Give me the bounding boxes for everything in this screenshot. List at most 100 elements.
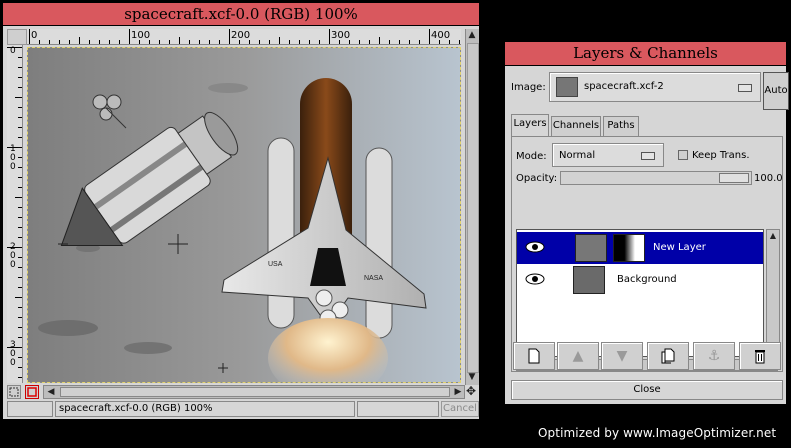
image-window[interactable]: spacecraft.xcf-0.0 (RGB) 100% 0 100 200 …	[2, 2, 480, 420]
image-select[interactable]: spacecraft.xcf-2	[549, 72, 761, 102]
opacity-slider-handle[interactable]	[719, 173, 749, 183]
duplicate-icon	[661, 348, 675, 364]
scroll-right-arrow-icon[interactable]: ▶	[452, 386, 464, 398]
arrow-down-icon: ▼	[616, 348, 628, 364]
eye-icon[interactable]	[525, 240, 545, 254]
vertical-scrollbar[interactable]: ▲ ▼	[465, 29, 479, 385]
ruler-tick	[239, 40, 240, 44]
ruler-tick	[299, 40, 300, 44]
layer-list-vscroll[interactable]: ▲ ▼	[766, 229, 780, 357]
navigate-icon[interactable]	[7, 385, 21, 399]
horizontal-scrollbar[interactable]: ◀ ▶	[43, 385, 465, 399]
ruler-tick	[7, 347, 22, 348]
ruler-label: 0	[31, 30, 38, 41]
keep-trans-checkbox[interactable]	[678, 150, 688, 160]
ruler-tick	[419, 40, 420, 44]
anchor-icon: ⚓	[707, 348, 721, 364]
close-button[interactable]: Close	[511, 380, 783, 400]
eye-icon[interactable]	[525, 272, 545, 286]
vertical-ruler[interactable]: 0 100 200 300	[7, 45, 23, 383]
ruler-tick	[279, 37, 280, 44]
scroll-up-arrow-icon[interactable]: ▲	[466, 29, 478, 41]
ruler-tick	[18, 227, 22, 228]
ruler-label: 400	[431, 30, 451, 41]
layer-name: Background	[617, 274, 677, 285]
ruler-tick	[209, 40, 210, 44]
ruler-tick	[449, 40, 450, 44]
ruler-tick	[199, 40, 200, 44]
ruler-tick	[18, 317, 22, 318]
ruler-tick	[18, 337, 22, 338]
mode-value: Normal	[559, 150, 596, 161]
trash-icon	[755, 350, 765, 364]
image-label: Image:	[511, 82, 546, 93]
ruler-tick	[7, 147, 22, 148]
ruler-tick	[329, 29, 330, 44]
ruler-tick	[249, 40, 250, 44]
scroll-thumb[interactable]	[467, 43, 479, 373]
tab-paths[interactable]: Paths	[603, 116, 639, 136]
ruler-tick	[349, 40, 350, 44]
ruler-tick	[15, 197, 22, 198]
new-layer-button[interactable]	[513, 342, 555, 370]
ruler-tick	[18, 177, 22, 178]
ruler-tick	[389, 40, 390, 44]
scroll-up-arrow-icon[interactable]: ▲	[767, 230, 779, 242]
ruler-tick	[18, 377, 22, 378]
ruler-label: 200	[231, 30, 251, 41]
navigation-cross-icon[interactable]: ✥	[465, 385, 477, 397]
lower-layer-button[interactable]: ▼	[601, 342, 643, 370]
image-canvas[interactable]: USA NASA	[27, 47, 461, 383]
anchor-layer-button[interactable]: ⚓	[693, 342, 735, 370]
ruler-tick	[159, 40, 160, 44]
ruler-tick	[339, 40, 340, 44]
ruler-corner[interactable]	[7, 29, 27, 45]
watermark: Optimized by www.ImageOptimizer.net	[538, 426, 777, 440]
scroll-left-arrow-icon[interactable]: ◀	[45, 386, 57, 398]
layers-dialog-title: Layers & Channels	[505, 42, 786, 66]
scroll-down-arrow-icon[interactable]: ▼	[466, 371, 478, 383]
ruler-tick	[139, 40, 140, 44]
ruler-tick	[59, 40, 60, 44]
image-select-value: spacecraft.xcf-2	[584, 81, 664, 92]
tab-layers[interactable]: Layers	[511, 114, 549, 136]
ruler-tick	[99, 40, 100, 44]
ruler-tick	[18, 137, 22, 138]
raise-layer-button[interactable]: ▲	[557, 342, 599, 370]
scroll-thumb[interactable]	[60, 387, 450, 397]
ruler-tick	[459, 40, 460, 44]
ruler-tick	[129, 29, 130, 44]
ruler-tick	[7, 47, 22, 48]
opacity-value: 100.0	[754, 173, 783, 184]
ruler-tick	[15, 97, 22, 98]
ruler-tick	[18, 267, 22, 268]
ruler-tick	[149, 40, 150, 44]
tab-channels[interactable]: Channels	[551, 116, 601, 136]
duplicate-layer-button[interactable]	[647, 342, 689, 370]
auto-button[interactable]: Auto	[763, 72, 789, 110]
ruler-tick	[79, 37, 80, 44]
ruler-tick	[289, 40, 290, 44]
ruler-tick	[18, 107, 22, 108]
opacity-label: Opacity:	[516, 173, 558, 184]
layer-row-background[interactable]: Background	[517, 264, 763, 296]
opacity-slider[interactable]	[560, 171, 752, 185]
ruler-tick	[18, 87, 22, 88]
ruler-tick	[18, 167, 22, 168]
ruler-tick	[319, 40, 320, 44]
status-bar: spacecraft.xcf-0.0 (RGB) 100% Cancel	[7, 401, 479, 417]
ruler-tick	[7, 247, 22, 248]
ruler-tick	[229, 29, 230, 44]
ruler-tick	[269, 40, 270, 44]
mode-select[interactable]: Normal	[552, 143, 664, 167]
delete-layer-button[interactable]	[739, 342, 781, 370]
layers-dialog[interactable]: Layers & Channels Image: spacecraft.xcf-…	[504, 41, 789, 405]
layer-row-new-layer[interactable]: New Layer	[517, 232, 763, 264]
layer-list[interactable]: New Layer Background	[516, 229, 764, 357]
horizontal-ruler[interactable]: 0 100 200 300 400	[27, 29, 461, 45]
ruler-tick	[379, 37, 380, 44]
ruler-tick	[109, 40, 110, 44]
layers-panel: Mode: Normal Keep Trans. Opacity: 100.0 …	[511, 136, 783, 372]
cancel-button[interactable]: Cancel	[441, 401, 479, 417]
quickmask-icon[interactable]	[25, 385, 39, 399]
